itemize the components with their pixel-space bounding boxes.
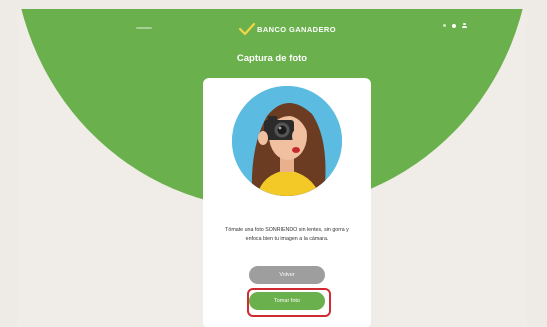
take-photo-button[interactable]: Tomar foto	[249, 292, 325, 310]
settings-icon[interactable]	[452, 23, 456, 28]
page-title: Captura de foto	[236, 53, 308, 64]
brand-name: BANCO GANADERO	[257, 24, 336, 34]
app-frame: BANCO GANADERO Captura de foto Tómate un…	[17, 9, 527, 327]
user-icon[interactable]	[462, 23, 467, 28]
profile-photo-example	[232, 86, 342, 196]
brand-logo: BANCO GANADERO	[239, 21, 336, 37]
notifications-icon[interactable]	[443, 24, 446, 27]
top-bar: BANCO GANADERO	[17, 9, 527, 45]
instructions-text: Tómate una foto SONRIENDO sin lentes, si…	[225, 227, 349, 242]
photo-capture-card: Tómate una foto SONRIENDO sin lentes, si…	[203, 78, 371, 327]
header-actions	[443, 23, 467, 28]
logo-icon	[239, 22, 255, 36]
woman-camera-illustration	[232, 86, 342, 196]
back-button[interactable]: Volver	[249, 266, 325, 284]
menu-icon[interactable]	[136, 27, 152, 29]
